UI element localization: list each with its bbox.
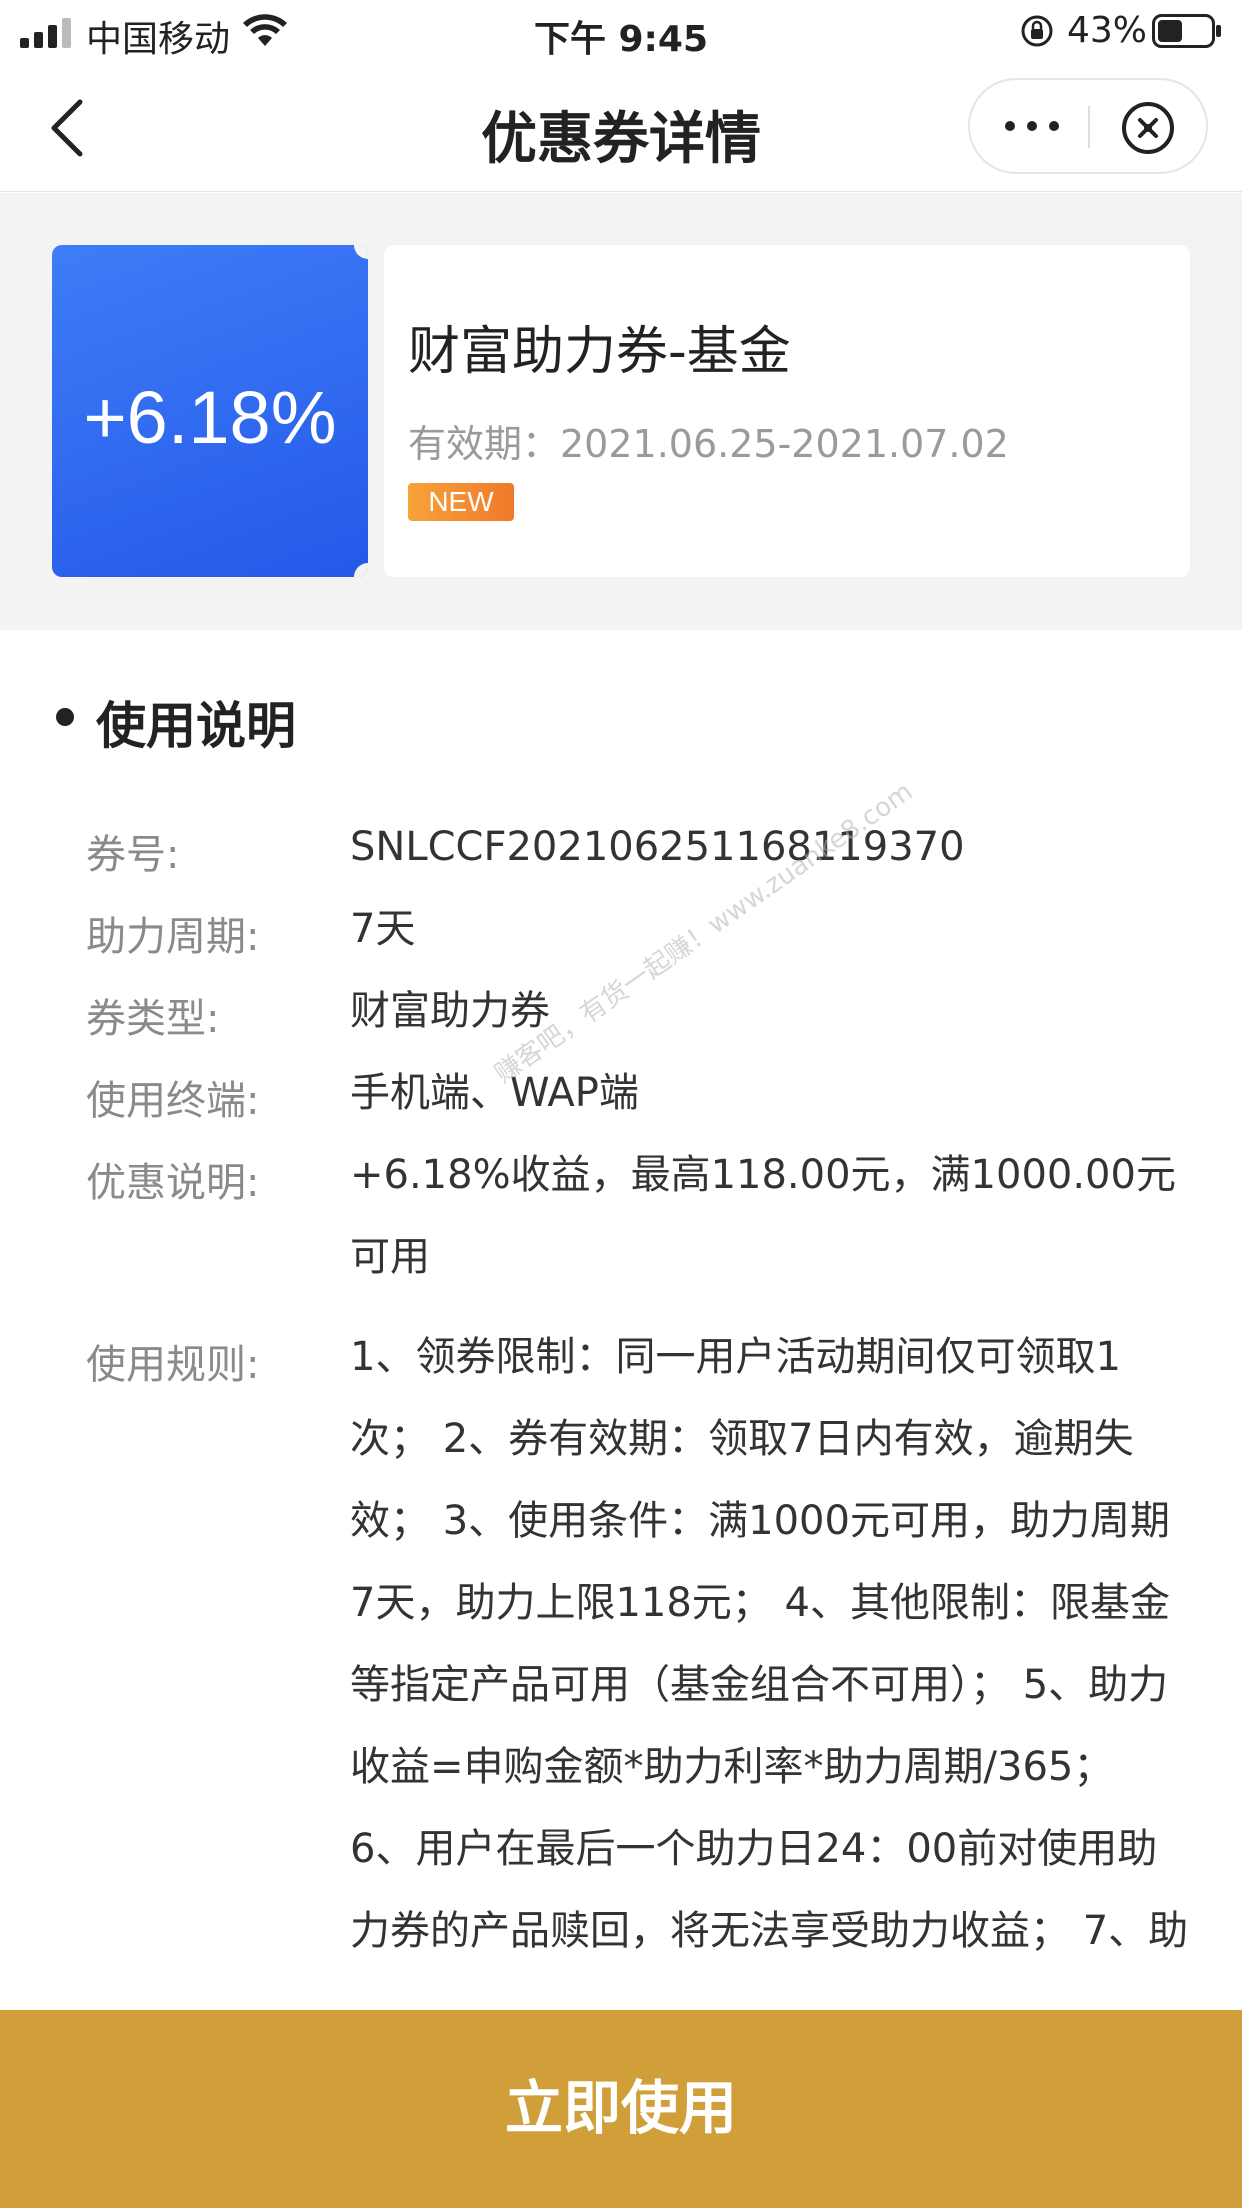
section-heading: 使用说明 (96, 697, 296, 755)
status-bar: 中国移动 下午 9:45 43% (0, 0, 1242, 62)
rotation-lock-icon (1021, 15, 1053, 47)
detail-row-rules: 使用规则: 1、领券限制：同一用户活动期间仅可领取1次； 2、券有效期：领取7日… (0, 1316, 1242, 2010)
use-now-button[interactable]: 立即使用 (0, 2010, 1242, 2208)
detail-label: 券号: (86, 832, 180, 878)
coupon-rate-panel: +6.18% (52, 245, 368, 577)
detail-label: 使用终端: (86, 1078, 260, 1124)
detail-label: 使用规则: (86, 1342, 260, 1388)
nav-bar: 优惠券详情 (0, 62, 1242, 192)
detail-label: 券类型: (86, 996, 220, 1042)
detail-value: 财富助力券 (350, 988, 550, 1034)
capsule-divider (1088, 106, 1090, 148)
detail-label: 助力周期: (86, 914, 260, 960)
battery-percent: 43% (1067, 10, 1148, 51)
battery-icon (1152, 14, 1221, 48)
detail-value: 1、领券限制：同一用户活动期间仅可领取1次； 2、券有效期：领取7日内有效，逾期… (350, 1334, 1189, 1954)
section-bullet (56, 708, 74, 726)
coupon-name: 财富助力券-基金 (408, 322, 791, 382)
new-badge: NEW (408, 483, 514, 521)
detail-label: 优惠说明: (86, 1160, 260, 1206)
coupon-info-panel: 财富助力券-基金 有效期：2021.06.25-2021.07.02 NEW (384, 245, 1190, 577)
coupon-validity: 有效期：2021.06.25-2021.07.02 (408, 422, 1009, 466)
detail-value: +6.18%收益，最高118.00元，满1000.00元可用 (350, 1152, 1176, 1280)
coupon-rate: +6.18% (83, 376, 337, 459)
more-options-icon[interactable] (1000, 108, 1064, 144)
coupon-notch (354, 245, 368, 259)
mini-program-capsule (968, 78, 1208, 174)
detail-value: 手机端、WAP端 (350, 1070, 639, 1116)
coupon-notch (354, 563, 368, 577)
close-icon[interactable] (1120, 100, 1176, 156)
status-time: 下午 9:45 (533, 19, 709, 60)
coupon-area: +6.18% 财富助力券-基金 有效期：2021.06.25-2021.07.0… (0, 193, 1242, 630)
